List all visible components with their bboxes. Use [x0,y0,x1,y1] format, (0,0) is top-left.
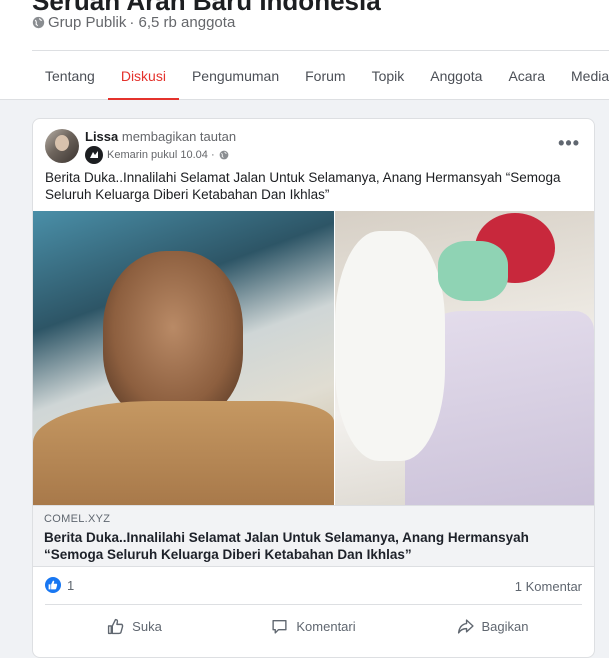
comment-label: Komentari [296,618,356,634]
tab-diskusi[interactable]: Diskusi [107,51,180,100]
comment-button[interactable]: Komentari [224,609,403,643]
link-domain: COMEL.XYZ [44,513,111,525]
post-action-text: membagikan tautan [121,129,237,144]
tab-acara[interactable]: Acara [495,51,558,100]
globe-icon [32,16,45,29]
like-label: Suka [132,618,162,634]
share-arrow-icon [457,618,474,634]
link-title: Berita Duka..Innalilahi Selamat Jalan Un… [44,530,529,562]
group-tabs: Tentang Diskusi Pengumuman Forum Topik A… [32,51,609,100]
reaction-summary[interactable]: 1 [45,577,74,593]
more-dots-icon[interactable]: ••• [558,133,580,154]
tab-forum[interactable]: Forum [292,51,358,100]
like-reaction-icon [45,577,61,593]
link-preview[interactable]: COMEL.XYZ Berita Duka..Innalilahi Selama… [33,505,594,567]
post-meta: Kemarin pukul 10.04 · [85,146,229,164]
group-meta: Grup Publik · 6,5 rb anggota [32,14,235,31]
group-member-count: · 6,5 rb anggota [129,14,236,31]
link-preview-image[interactable]: i [33,211,594,505]
share-label: Bagikan [481,618,529,634]
comment-icon [272,619,287,634]
post-card: Lissa membagikan tautan Kemarin pukul 10… [32,118,595,658]
post-timestamp[interactable]: Kemarin pukul 10.04 · [107,149,215,161]
post-header: Lissa membagikan tautan [85,129,236,144]
comment-count[interactable]: 1 Komentar [515,579,582,594]
group-header: Seruan Arah Baru Indonesia Grup Publik ·… [0,0,609,100]
like-button[interactable]: Suka [45,609,224,643]
actions-divider [45,604,582,605]
photo-left [33,211,334,505]
post-text: Berita Duka..Innalilahi Selamat Jalan Un… [45,170,561,202]
thumbs-up-icon [108,618,124,634]
group-badge-icon [85,146,103,164]
globe-icon [219,150,228,160]
author-avatar[interactable] [45,129,79,163]
tab-media[interactable]: Media [558,51,609,100]
photo-right [335,211,594,505]
post-actions: Suka Komentari Bagikan [45,609,582,643]
share-button[interactable]: Bagikan [403,609,582,643]
tab-anggota[interactable]: Anggota [417,51,495,100]
tab-pengumuman[interactable]: Pengumuman [179,51,292,100]
group-privacy: Grup Publik [48,14,127,31]
tab-tentang[interactable]: Tentang [32,51,108,100]
tab-topik[interactable]: Topik [359,51,418,100]
reaction-count: 1 [67,577,75,593]
author-name[interactable]: Lissa [85,129,118,144]
